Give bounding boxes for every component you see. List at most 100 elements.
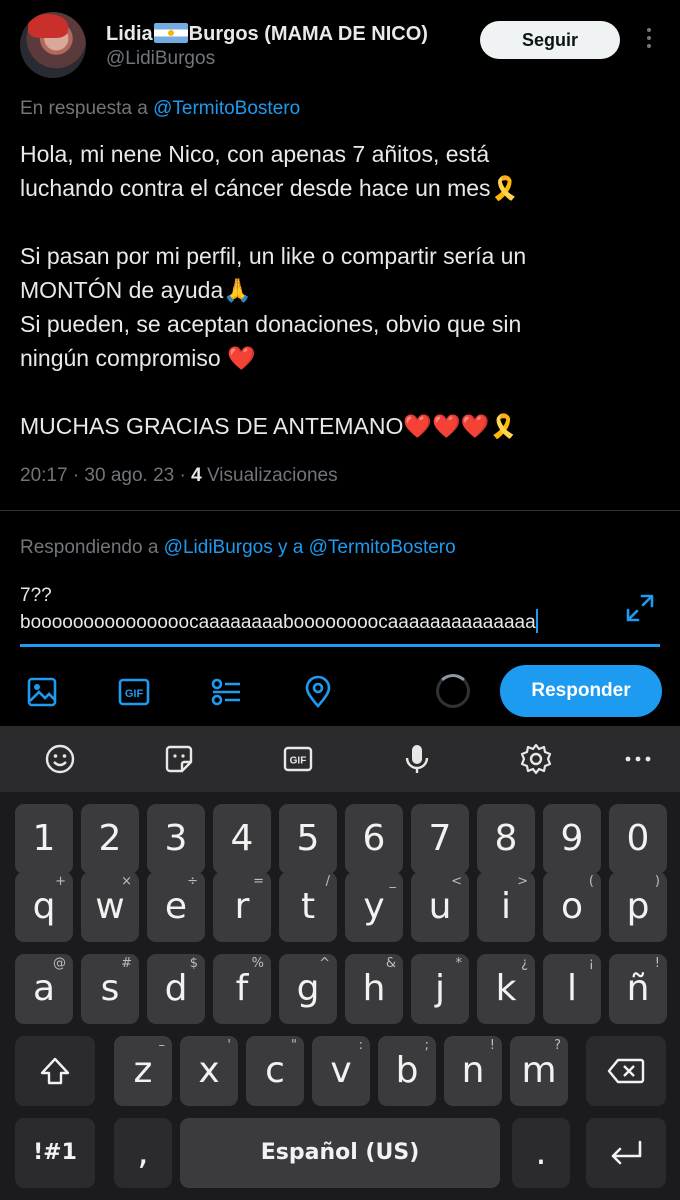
key-l-alt-symbol: ¡	[588, 956, 594, 971]
key-g-label: g	[296, 968, 320, 1009]
gif-icon[interactable]: GIF	[116, 674, 152, 710]
key-b-label: b	[395, 1050, 419, 1091]
symbols-key[interactable]: !#1	[15, 1118, 95, 1188]
author-avatar[interactable]	[20, 12, 86, 78]
key-m[interactable]: m?	[510, 1036, 568, 1106]
author-handle[interactable]: @LidiBurgos	[106, 48, 215, 70]
more-icon[interactable]	[621, 742, 655, 776]
key-q[interactable]: q +	[15, 872, 73, 942]
key-u[interactable]: u <	[411, 872, 469, 942]
key-1[interactable]: 1	[15, 804, 73, 874]
key-j-alt-symbol: *	[455, 956, 463, 971]
key-e[interactable]: e ÷	[147, 872, 205, 942]
key-n-alt-symbol: !	[489, 1038, 495, 1053]
space-key-label: Español (US)	[260, 1140, 420, 1165]
shift-key[interactable]	[15, 1036, 95, 1106]
key-h-label: h	[362, 968, 386, 1009]
settings-icon[interactable]	[519, 742, 553, 776]
shift-icon	[40, 1057, 70, 1085]
follow-button[interactable]: Seguir	[480, 21, 620, 59]
key-2-label: 2	[98, 818, 122, 859]
more-options-icon[interactable]	[642, 28, 656, 52]
gif-icon[interactable]: GIF	[281, 742, 315, 776]
smiley-icon[interactable]	[43, 742, 77, 776]
divider	[0, 510, 680, 511]
key-u-alt-symbol: <	[451, 874, 462, 889]
key-o-alt-symbol: (	[588, 874, 594, 889]
reply-text-input[interactable]: 7?? booooooooooooooocaaaaaaaabooooooooca…	[20, 583, 610, 636]
key-e-alt-symbol: ÷	[187, 874, 198, 889]
key-w[interactable]: w ×	[81, 872, 139, 942]
key-8-label: 8	[494, 818, 518, 859]
key-3[interactable]: 3	[147, 804, 205, 874]
comma-key-label: ,	[137, 1132, 149, 1173]
poll-icon[interactable]	[208, 674, 244, 710]
key-8[interactable]: 8	[477, 804, 535, 874]
space-key[interactable]: Español (US)	[180, 1118, 500, 1188]
key-4[interactable]: 4	[213, 804, 271, 874]
key-p[interactable]: p)	[609, 872, 667, 942]
argentina-flag-icon	[153, 23, 188, 43]
key-f[interactable]: f%	[213, 954, 271, 1024]
keyboard: 1 2 3 4 5 6 7 8 9 0 q + w × e ÷ r = t / y _ u < i > o(p) a @ s # d $ f% g ^…	[0, 792, 680, 1200]
key-k-label: k	[495, 968, 517, 1009]
key-h[interactable]: h &	[345, 954, 403, 1024]
reply-mention-link[interactable]: @TermitoBostero	[153, 98, 300, 119]
sticker-icon[interactable]	[162, 742, 196, 776]
key-b[interactable]: b;	[378, 1036, 436, 1106]
key-v[interactable]: v:	[312, 1036, 370, 1106]
key-h-alt-symbol: &	[385, 956, 396, 971]
key-c-alt-symbol: "	[291, 1038, 297, 1053]
key-q-label: q	[32, 886, 56, 927]
key-x[interactable]: x '	[180, 1036, 238, 1106]
key-s[interactable]: s #	[81, 954, 139, 1024]
key-o[interactable]: o(	[543, 872, 601, 942]
key-2[interactable]: 2	[81, 804, 139, 874]
key-w-alt-symbol: ×	[121, 874, 132, 889]
enter-key[interactable]	[586, 1118, 666, 1188]
expand-icon[interactable]	[622, 590, 658, 626]
key-4-label: 4	[230, 818, 254, 859]
image-icon[interactable]	[24, 674, 60, 710]
key-i[interactable]: i >	[477, 872, 535, 942]
key-y[interactable]: y _	[345, 872, 403, 942]
author-name-part2: Burgos (MAMA DE NICO)	[188, 23, 428, 45]
key-k[interactable]: k ¿	[477, 954, 535, 1024]
key-j[interactable]: j *	[411, 954, 469, 1024]
key-t[interactable]: t /	[279, 872, 337, 942]
reply-button[interactable]: Responder	[500, 665, 662, 717]
replying-mentions-link[interactable]: @LidiBurgos y a @TermitoBostero	[164, 537, 456, 558]
input-underline	[20, 644, 660, 647]
key-a[interactable]: a @	[15, 954, 73, 1024]
tweet-timestamp[interactable]: 20:17 · 30 ago. 23 ·	[20, 465, 191, 486]
key-l[interactable]: l ¡	[543, 954, 601, 1024]
key-b-alt-symbol: ;	[424, 1038, 429, 1053]
key-ñ[interactable]: ñ!	[609, 954, 667, 1024]
key-g-alt-symbol: ^	[319, 956, 330, 971]
key-z[interactable]: z –	[114, 1036, 172, 1106]
key-p-label: p	[626, 886, 650, 927]
key-r[interactable]: r =	[213, 872, 271, 942]
tweet-meta: 20:17 · 30 ago. 23 · 4 Visualizaciones	[20, 465, 338, 487]
key-d[interactable]: d $	[147, 954, 205, 1024]
key-x-alt-symbol: '	[227, 1038, 231, 1053]
key-c[interactable]: c "	[246, 1036, 304, 1106]
reply-text-value: 7?? booooooooooooooocaaaaaaaabooooooooca…	[20, 585, 536, 633]
key-r-label: r	[234, 886, 250, 927]
period-key[interactable]: .	[512, 1118, 570, 1188]
key-a-alt-symbol: @	[53, 956, 66, 971]
key-6[interactable]: 6	[345, 804, 403, 874]
location-icon[interactable]	[300, 674, 336, 710]
key-7-label: 7	[428, 818, 452, 859]
comma-key[interactable]: ,	[114, 1118, 172, 1188]
key-7[interactable]: 7	[411, 804, 469, 874]
microphone-icon[interactable]	[400, 742, 434, 776]
key-5[interactable]: 5	[279, 804, 337, 874]
author-name[interactable]: Lidia Burgos (MAMA DE NICO)	[106, 23, 428, 46]
key-n[interactable]: n!	[444, 1036, 502, 1106]
key-g[interactable]: g ^	[279, 954, 337, 1024]
key-9[interactable]: 9	[543, 804, 601, 874]
key-0[interactable]: 0	[609, 804, 667, 874]
key-m-label: m	[521, 1050, 557, 1091]
backspace-key[interactable]	[586, 1036, 666, 1106]
